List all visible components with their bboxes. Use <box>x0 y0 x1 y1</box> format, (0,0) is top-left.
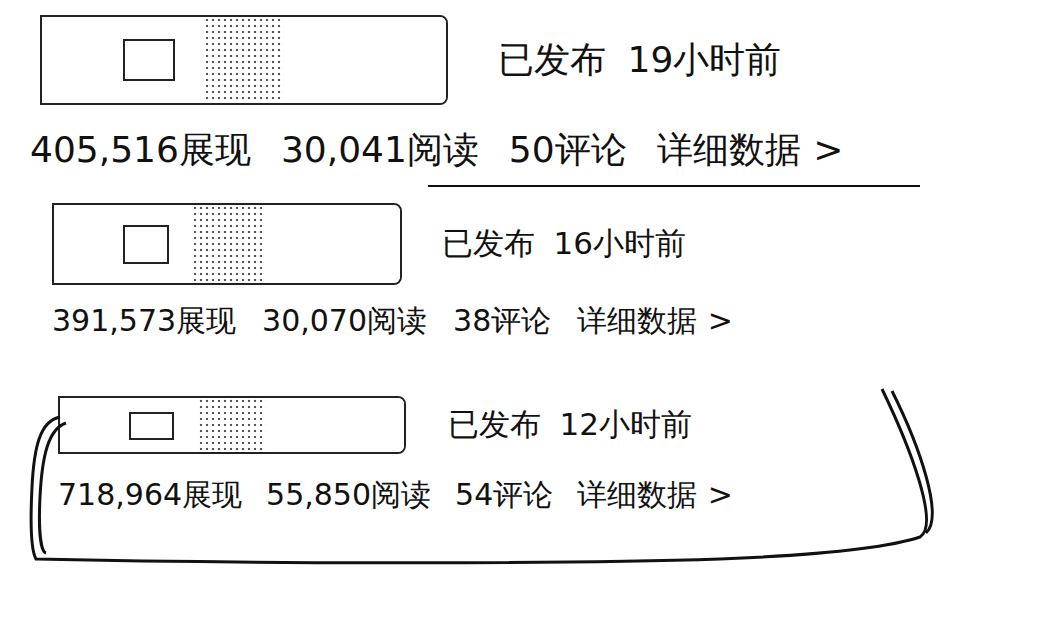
thumbnail-image[interactable] <box>58 396 406 454</box>
chevron-icon[interactable]: > <box>813 129 843 170</box>
publish-time: 16小时前 <box>554 223 686 265</box>
details-link[interactable]: 详细数据 > <box>577 303 733 339</box>
details-label[interactable]: 详细数据 <box>657 129 801 170</box>
pen-underline <box>428 185 920 187</box>
publish-status: 已发布 16小时前 <box>442 223 686 265</box>
status-label: 已发布 <box>448 404 541 446</box>
stats-row: 391,573展现 30,070阅读 38评论详细数据 > <box>52 303 1044 339</box>
stats-row: 405,516展现 30,041阅读 50评论详细数据 > <box>30 128 1044 171</box>
pen-circle <box>20 387 960 567</box>
comments-count[interactable]: 54评论 <box>455 477 553 513</box>
details-link[interactable]: 详细数据 > <box>577 477 733 513</box>
publish-time: 19小时前 <box>628 36 782 85</box>
stats-row: 718,964展现 55,850阅读 54评论详细数据 > <box>58 477 1044 513</box>
impressions-count: 391,573展现 <box>52 303 236 339</box>
details-label[interactable]: 详细数据 <box>577 303 697 338</box>
publish-time: 12小时前 <box>560 404 692 446</box>
thumbnail-image[interactable] <box>40 15 448 105</box>
reads-count: 30,041阅读 <box>281 128 479 171</box>
article-entry[interactable]: 已发布 12小时前 718,964展现 55,850阅读 54评论详细数据 > <box>0 395 1044 513</box>
comments-count[interactable]: 50评论 <box>509 128 627 171</box>
entry-header: 已发布 16小时前 <box>52 203 1044 285</box>
comments-count[interactable]: 38评论 <box>453 303 551 339</box>
status-label: 已发布 <box>442 223 535 265</box>
publish-status: 已发布 19小时前 <box>498 36 781 85</box>
publish-status: 已发布 12小时前 <box>448 404 692 446</box>
chevron-icon[interactable]: > <box>708 303 733 338</box>
impressions-count: 718,964展现 <box>58 477 242 513</box>
chevron-icon[interactable]: > <box>708 477 733 512</box>
article-list: 已发布19小时前405,516展现30,041阅读50评论详细数据>已发布16小… <box>0 0 1044 513</box>
details-link[interactable]: 详细数据 > <box>657 128 844 171</box>
reads-count: 30,070阅读 <box>262 303 427 339</box>
article-entry[interactable]: 已发布 19小时前 405,516展现 30,041阅读 50评论详细数据 > <box>0 14 1044 171</box>
impressions-count: 405,516展现 <box>30 128 251 171</box>
thumbnail-image[interactable] <box>52 203 402 285</box>
status-label: 已发布 <box>498 36 606 85</box>
entry-header: 已发布 19小时前 <box>40 14 1044 106</box>
entry-header: 已发布 12小时前 <box>58 395 1044 455</box>
reads-count: 55,850阅读 <box>266 477 431 513</box>
article-entry[interactable]: 已发布 16小时前 391,573展现 30,070阅读 38评论详细数据 > <box>0 203 1044 339</box>
details-label[interactable]: 详细数据 <box>577 477 697 512</box>
